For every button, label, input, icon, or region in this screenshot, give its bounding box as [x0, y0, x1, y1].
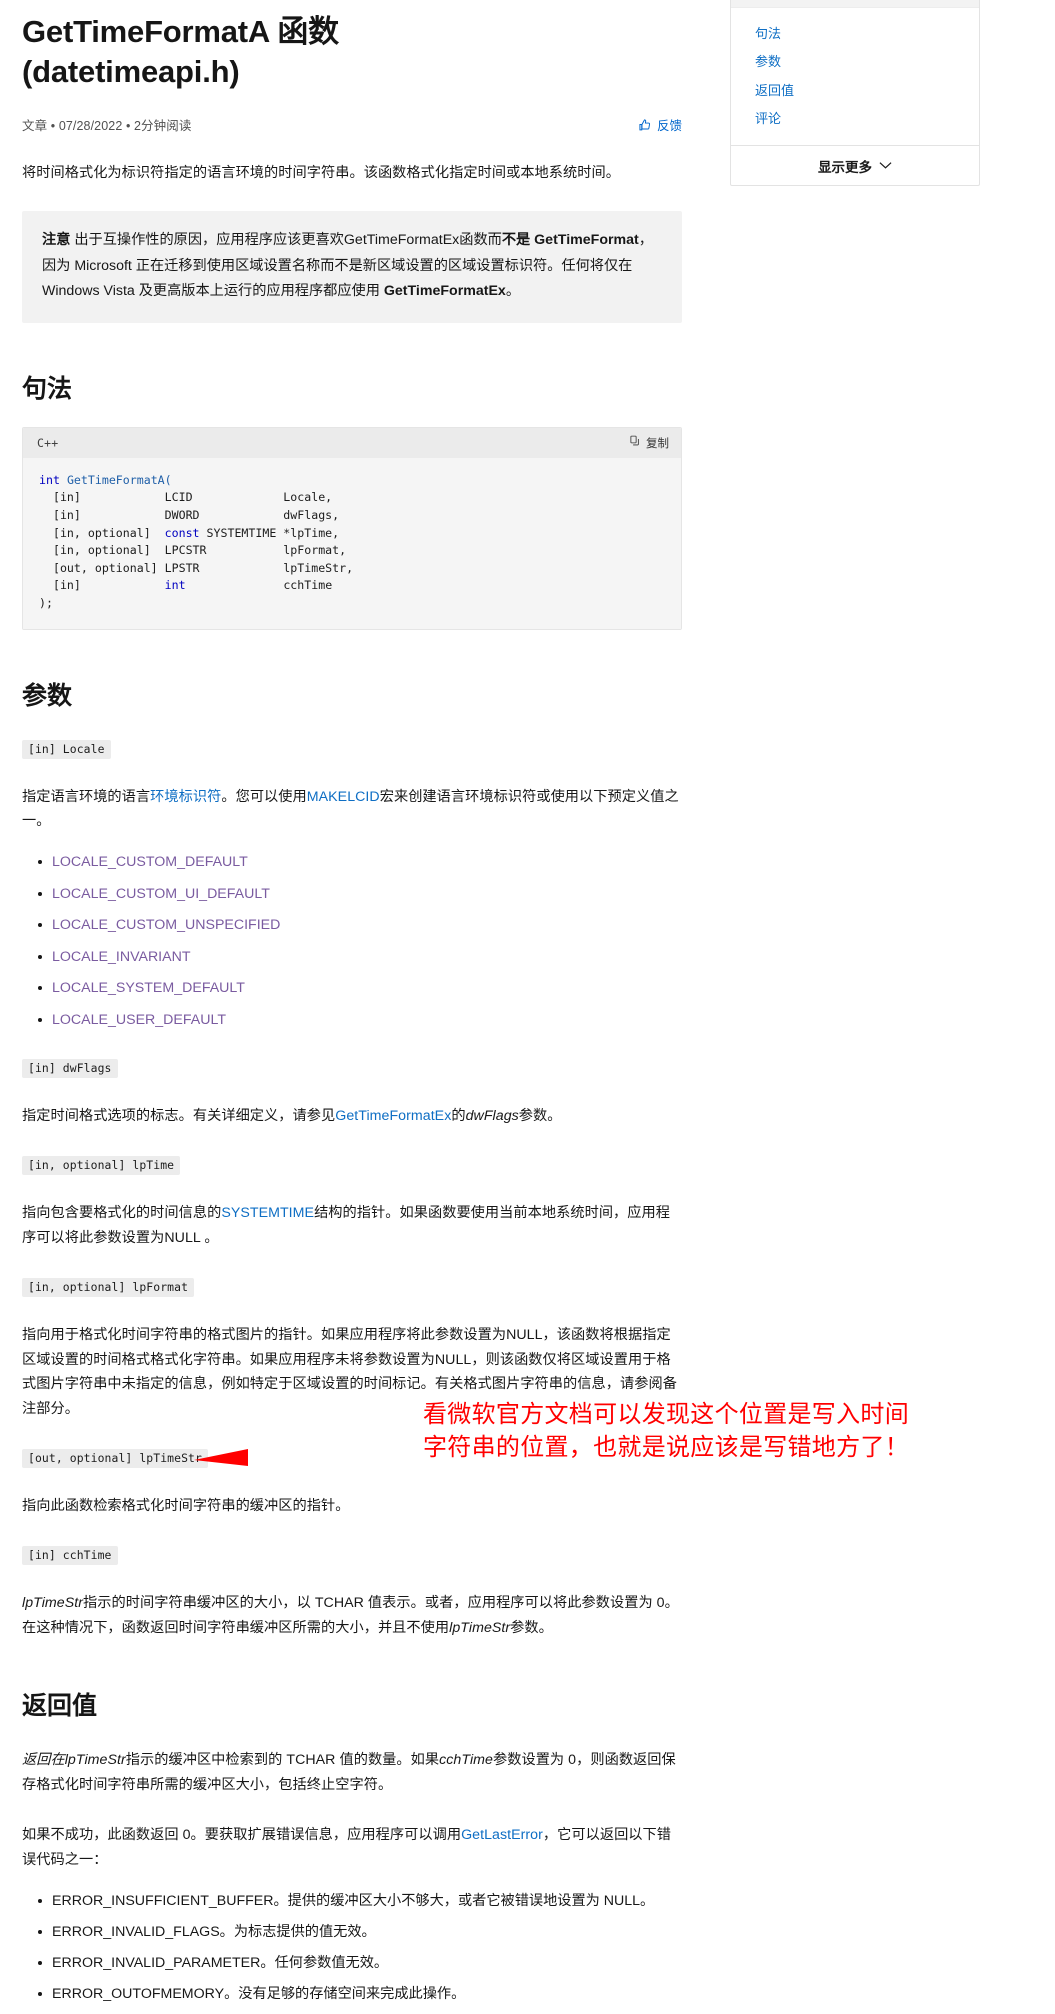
param-desc-text: 指定时间格式选项的标志。有关详细定义，请参见	[22, 1108, 336, 1125]
link-locale-system-default[interactable]: LOCALE_SYSTEM_DEFAULT	[52, 980, 245, 996]
feedback-button[interactable]: 反馈	[638, 115, 682, 134]
link-gettimeformatex[interactable]: GetTimeFormatEx	[335, 1108, 451, 1124]
param-row-cchtime: [in] cchTime	[22, 1546, 682, 1566]
param-desc-italic: lpTimeStr	[22, 1595, 84, 1612]
list-item: LOCALE_USER_DEFAULT	[38, 1009, 682, 1031]
page-title: GetTimeFormatA 函数 (datetimeapi.h)	[22, 12, 682, 93]
list-item: ERROR_OUTOFMEMORY。没有足够的存储空间来完成此操作。	[38, 1983, 682, 2006]
note-label: 注意	[42, 232, 71, 249]
param-chip-dwflags: [in] dwFlags	[22, 1059, 118, 1079]
param-chip-lptime: [in, optional] lpTime	[22, 1156, 181, 1176]
toc-item-parameters[interactable]: 参数	[755, 48, 979, 76]
param-desc-text: 的	[451, 1108, 466, 1125]
list-item: LOCALE_CUSTOM_UNSPECIFIED	[38, 914, 682, 936]
show-more-label: 显示更多	[818, 159, 872, 175]
list-item: ERROR_INVALID_PARAMETER。任何参数值无效。	[38, 1952, 682, 1975]
param-desc-text: 指向包含要格式化的时间信息的	[22, 1205, 222, 1222]
article-meta-row: 文章 • 07/28/2022 • 2分钟阅读 反馈	[22, 115, 682, 135]
return-text: 指示的缓冲区中检索到的 TCHAR 值的数量。如果	[125, 1752, 440, 1769]
code-block-header: C++ 复制	[23, 427, 681, 458]
error-codes-list: ERROR_INSUFFICIENT_BUFFER。提供的缓冲区大小不够大，或者…	[22, 1890, 682, 2006]
chevron-down-icon	[879, 158, 892, 173]
thumbs-up-icon	[638, 118, 652, 132]
return-value-paragraph-2: 如果不成功，此函数返回 0。要获取扩展错误信息，应用程序可以调用GetLastE…	[22, 1823, 682, 1872]
param-chip-lptimestr: [out, optional] lpTimeStr	[22, 1449, 208, 1468]
code-block: C++ 复制 int GetTimeFormatA( [in] LCID Loc…	[22, 426, 682, 630]
code-body[interactable]: int GetTimeFormatA( [in] LCID Locale, [i…	[23, 457, 681, 629]
param-chip-cchtime: [in] cchTime	[22, 1546, 118, 1566]
toc-item-comments[interactable]: 评论	[755, 105, 979, 133]
parameters-heading: 参数	[22, 681, 73, 710]
intro-paragraph: 将时间格式化为标识符指定的语言环境的时间字符串。该函数格式化指定时间或本地系统时…	[22, 164, 620, 181]
list-item: LOCALE_CUSTOM_UI_DEFAULT	[38, 883, 682, 905]
param-desc-text: 参数。	[510, 1619, 553, 1636]
documentation-page: GetTimeFormatA 函数 (datetimeapi.h) 文章 • 0…	[0, 0, 1055, 2002]
param-desc-text: 。您可以使用	[221, 788, 307, 805]
list-item: LOCALE_CUSTOM_DEFAULT	[38, 851, 682, 873]
list-item: LOCALE_INVARIANT	[38, 946, 682, 968]
param-chip-locale: [in] Locale	[22, 739, 111, 759]
param-row-dwflags: [in] dwFlags	[22, 1059, 682, 1079]
page-title-line1: GetTimeFormatA 函数	[22, 14, 339, 49]
show-more-button[interactable]: 显示更多	[731, 145, 979, 185]
link-makelcid[interactable]: MAKELCID	[307, 789, 380, 805]
toc-item-syntax[interactable]: 句法	[755, 20, 979, 48]
return-value-heading: 返回值	[22, 1692, 98, 1721]
param-desc-locale: 指定语言环境的语言环境标识符。您可以使用MAKELCID宏来创建语言环境标识符或…	[22, 785, 682, 834]
link-locale-invariant[interactable]: LOCALE_INVARIANT	[52, 949, 191, 965]
param-desc-lptimestr: 指向此函数检索格式化时间字符串的缓冲区的指针。	[22, 1498, 350, 1514]
copy-code-button[interactable]: 复制	[629, 435, 669, 451]
param-row-lpformat: [in, optional] lpFormat	[22, 1278, 682, 1298]
copy-label: 复制	[646, 437, 669, 450]
param-row-lptimestr: [out, optional] lpTimeStr	[22, 1449, 682, 1468]
note-callout: 注意 出于互操作性的原因，应用程序应该更喜欢GetTimeFormatEx函数而…	[22, 211, 682, 323]
link-locale-custom-ui-default[interactable]: LOCALE_CUSTOM_UI_DEFAULT	[52, 886, 270, 902]
note-bold-2: GetTimeFormatEx	[383, 283, 506, 300]
param-desc-text: 指示的时间字符串缓冲区的大小，以 TCHAR 值表示。或者，应用程序可以将此参数…	[22, 1595, 679, 1636]
param-desc-cchtime: lpTimeStr指示的时间字符串缓冲区的大小，以 TCHAR 值表示。或者，应…	[22, 1591, 682, 1640]
return-value-paragraph-1: 返回在lpTimeStr指示的缓冲区中检索到的 TCHAR 值的数量。如果cch…	[22, 1748, 682, 1797]
list-item: ERROR_INSUFFICIENT_BUFFER。提供的缓冲区大小不够大，或者…	[38, 1890, 682, 1913]
param-chip-lpformat: [in, optional] lpFormat	[22, 1278, 195, 1298]
locale-constants-list: LOCALE_CUSTOM_DEFAULT LOCALE_CUSTOM_UI_D…	[22, 851, 682, 1031]
link-systemtime[interactable]: SYSTEMTIME	[221, 1205, 314, 1221]
code-language-label: C++	[37, 435, 59, 450]
link-locale-custom-unspecified[interactable]: LOCALE_CUSTOM_UNSPECIFIED	[52, 917, 280, 933]
list-item: ERROR_INVALID_FLAGS。为标志提供的值无效。	[38, 1921, 682, 1944]
note-text-3: 。	[505, 283, 521, 300]
toc-list: 句法 参数 返回值 评论	[731, 8, 979, 145]
note-text-1: 出于互操作性的原因，应用程序应该更喜欢GetTimeFormatEx函数而	[70, 232, 502, 249]
feedback-label: 反馈	[656, 119, 682, 134]
param-row-locale: [in] Locale	[22, 739, 682, 759]
toc-top-strip	[731, 0, 979, 8]
param-desc-italic: dwFlags	[465, 1108, 519, 1125]
syntax-heading: 句法	[22, 374, 73, 403]
list-item: LOCALE_SYSTEM_DEFAULT	[38, 977, 682, 999]
param-desc-lpformat: 指向用于格式化时间字符串的格式图片的指针。如果应用程序将此参数设置为NULL，该…	[22, 1327, 677, 1417]
link-locale-user-default[interactable]: LOCALE_USER_DEFAULT	[52, 1012, 226, 1028]
param-row-lptime: [in, optional] lpTime	[22, 1156, 682, 1176]
param-desc-text: 参数。	[518, 1108, 562, 1125]
param-desc-italic: lpTimeStr	[449, 1619, 511, 1636]
return-text: 如果不成功，此函数返回 0。要获取扩展错误信息，应用程序可以调用	[22, 1827, 462, 1844]
article-metadata: 文章 • 07/28/2022 • 2分钟阅读	[22, 119, 192, 134]
link-locale-custom-default[interactable]: LOCALE_CUSTOM_DEFAULT	[52, 854, 248, 870]
table-of-contents-panel: 句法 参数 返回值 评论 显示更多	[730, 0, 980, 187]
page-title-line2: (datetimeapi.h)	[22, 54, 240, 90]
link-getlasterror[interactable]: GetLastError	[461, 1827, 543, 1843]
copy-icon	[629, 435, 641, 450]
toc-item-return-value[interactable]: 返回值	[755, 77, 979, 105]
link-locale-identifier[interactable]: 环境标识符	[150, 789, 221, 805]
param-desc-text: 指定语言环境的语言	[22, 788, 151, 805]
param-desc-dwflags: 指定时间格式选项的标志。有关详细定义，请参见GetTimeFormatEx的dw…	[22, 1104, 682, 1128]
code-text: int GetTimeFormatA( [in] LCID Locale, [i…	[39, 472, 354, 610]
return-italic: cchTime	[439, 1752, 493, 1769]
article-column: GetTimeFormatA 函数 (datetimeapi.h) 文章 • 0…	[22, 0, 682, 2014]
note-bold-1: 不是 GetTimeFormat	[501, 232, 639, 249]
return-italic: 返回在lpTimeStr	[22, 1752, 126, 1769]
param-desc-lptime: 指向包含要格式化的时间信息的SYSTEMTIME结构的指针。如果函数要使用当前本…	[22, 1201, 682, 1250]
